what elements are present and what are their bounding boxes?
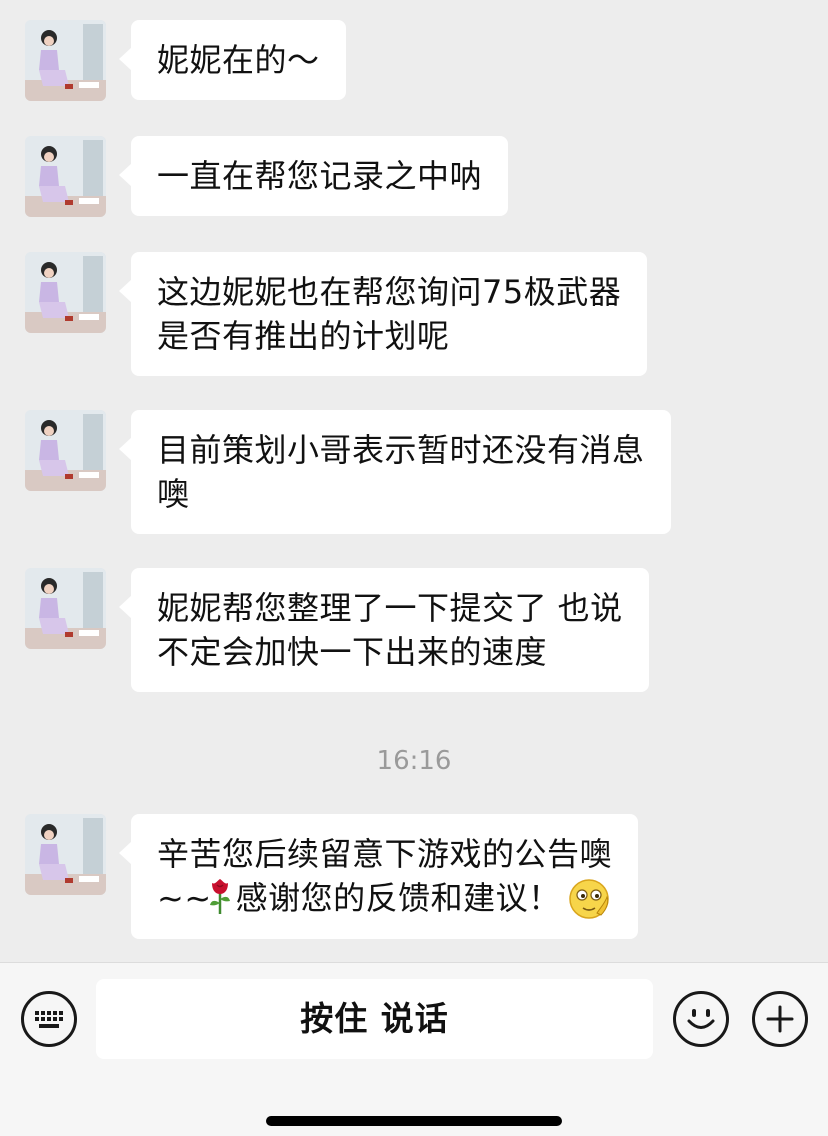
- avatar[interactable]: [25, 136, 106, 217]
- plus-icon[interactable]: [752, 991, 808, 1047]
- message-bubble[interactable]: 一直在帮您记录之中呐: [118, 136, 509, 216]
- emoji-icon[interactable]: [673, 991, 729, 1047]
- message-text-line2: ~~ 感谢您的反馈和建议！: [157, 876, 612, 921]
- message-text: 这边妮妮也在帮您询问75极武器: [157, 273, 622, 311]
- home-indicator[interactable]: [266, 1116, 562, 1126]
- message-text: 噢: [157, 475, 190, 513]
- message-timestamp: 16:16: [376, 746, 452, 776]
- message-text: 目前策划小哥表示暂时还没有消息: [157, 431, 645, 469]
- message-text: 不定会加快一下出来的速度: [157, 633, 548, 671]
- message-text: 一直在帮您记录之中呐: [157, 157, 483, 195]
- message-bubble[interactable]: 目前策划小哥表示暂时还没有消息 噢: [119, 410, 671, 534]
- message-bubble[interactable]: 这边妮妮也在帮您询问75极武器 是否有推出的计划呢: [118, 252, 648, 376]
- rose-emoji-icon: [209, 879, 230, 914]
- emoji-glyph: [687, 1009, 715, 1029]
- keyboard-icon[interactable]: [21, 991, 77, 1047]
- hold-to-talk-button[interactable]: 按住 说话: [96, 979, 653, 1059]
- avatar-photo: [25, 568, 106, 649]
- input-bar: 按住 说话: [0, 962, 828, 1136]
- keyboard-glyph: [35, 1011, 63, 1028]
- message-bubble[interactable]: 妮妮帮您整理了一下提交了 也说 不定会加快一下出来的速度: [119, 568, 649, 692]
- avatar[interactable]: [25, 814, 106, 895]
- avatar[interactable]: [25, 252, 106, 333]
- plus-glyph: [766, 1005, 794, 1033]
- message-bubble[interactable]: 辛苦您后续留意下游戏的公告噢 ~~ 感谢您的反馈和建议！: [118, 814, 639, 939]
- avatar-photo: [25, 20, 106, 101]
- message-bubble[interactable]: 妮妮在的～: [119, 20, 346, 100]
- avatar-photo: [25, 252, 106, 333]
- message-text: 妮妮帮您整理了一下提交了 也说: [157, 589, 623, 627]
- thinking-smile-emoji-icon: [568, 879, 609, 919]
- message-text: 感谢您的反馈和建议！: [235, 879, 561, 917]
- message-text: 辛苦您后续留意下游戏的公告噢: [157, 835, 613, 873]
- message-text: 是否有推出的计划呢: [157, 317, 450, 355]
- message-text-prefix: ~~: [157, 879, 212, 917]
- avatar-photo: [25, 136, 106, 217]
- avatar-photo: [25, 410, 106, 491]
- message-text: 妮妮在的～: [157, 41, 320, 79]
- avatar[interactable]: [25, 20, 106, 101]
- chat-area: 妮妮在的～ 一直在帮您记录之中呐 这边妮妮也在帮您询问75极武器 是否有推出的计…: [0, 0, 828, 962]
- avatar[interactable]: [25, 568, 106, 649]
- avatar-photo: [25, 814, 106, 895]
- avatar[interactable]: [25, 410, 106, 491]
